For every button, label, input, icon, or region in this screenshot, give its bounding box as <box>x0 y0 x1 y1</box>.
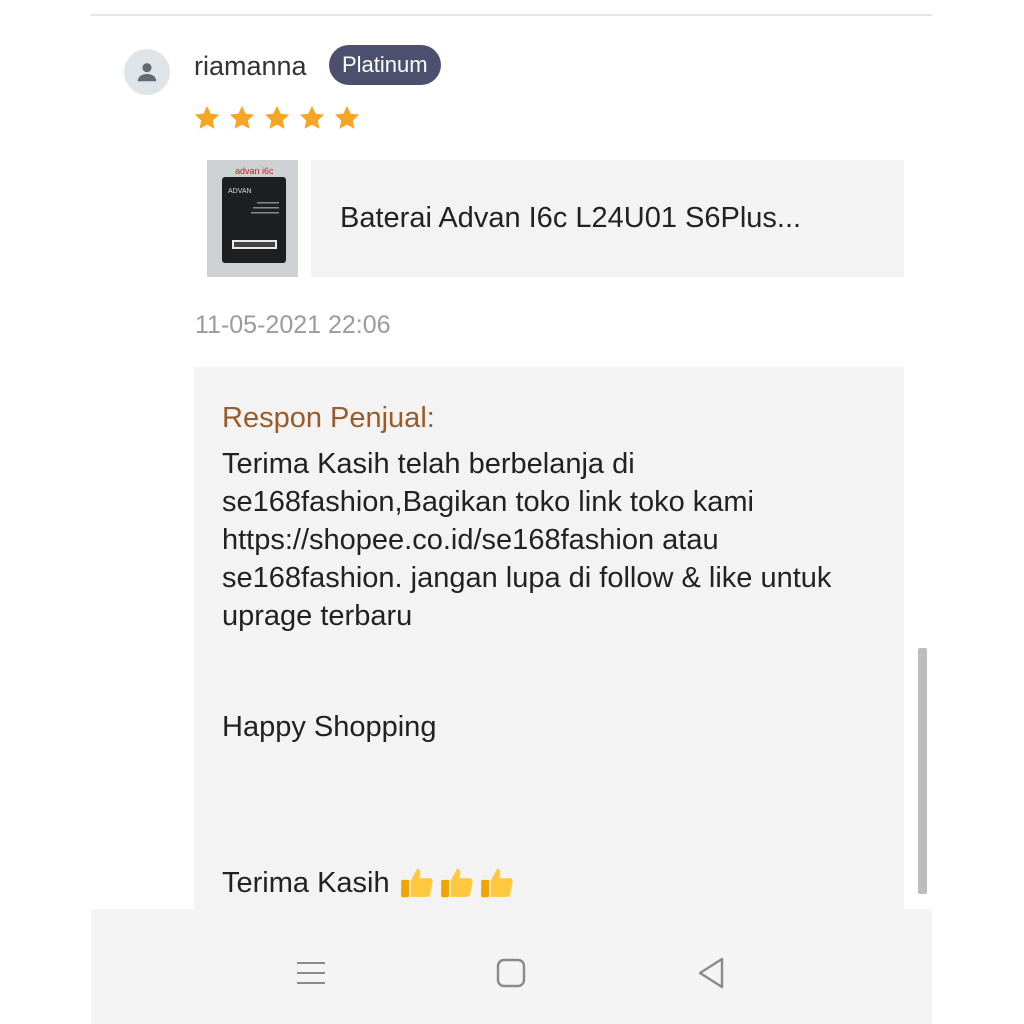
user-icon <box>137 63 157 82</box>
thumbs-up-icon <box>480 868 513 898</box>
thumb-brand: ADVAN <box>228 188 252 195</box>
battery-image: advan i6c ADVAN <box>207 160 298 277</box>
seller-response-thanks: Terima Kasih <box>222 864 516 902</box>
home-square-icon <box>496 958 526 988</box>
scrollbar[interactable] <box>918 648 927 894</box>
thumb-caption: advan i6c <box>235 166 274 176</box>
thanks-text: Terima Kasih <box>222 866 390 899</box>
star-icon <box>229 105 255 129</box>
menu-button[interactable] <box>291 953 331 993</box>
back-button[interactable] <box>691 953 731 993</box>
system-navigation-bar <box>91 909 932 1024</box>
seller-response-label: Respon Penjual: <box>222 402 435 434</box>
seller-response-body: Terima Kasih telah berbelanja di se168fa… <box>222 448 832 632</box>
review-timestamp: 11-05-2021 22:06 <box>195 311 391 339</box>
star-icon <box>264 105 290 129</box>
product-title: Baterai Advan I6c L24U01 S6Plus... <box>340 202 802 234</box>
top-divider <box>91 14 932 16</box>
avatar[interactable] <box>124 49 170 95</box>
home-button[interactable] <box>491 953 531 993</box>
reviewer-username[interactable]: riamanna <box>194 49 307 83</box>
seller-response-happy: Happy Shopping <box>222 711 437 743</box>
thumbs-up-icon <box>400 868 433 898</box>
star-icon <box>299 105 325 129</box>
back-triangle-icon <box>698 957 724 989</box>
menu-icon <box>297 962 325 984</box>
product-link[interactable]: Baterai Advan I6c L24U01 S6Plus... <box>311 160 904 277</box>
thumbs-up-icon <box>440 868 473 898</box>
membership-badge: Platinum <box>329 45 441 85</box>
product-thumbnail[interactable]: advan i6c ADVAN <box>207 160 298 277</box>
seller-response-box: Respon Penjual: Terima Kasih telah berbe… <box>194 367 904 909</box>
star-rating <box>193 104 361 132</box>
star-icon <box>194 105 220 129</box>
star-icon <box>334 105 360 129</box>
